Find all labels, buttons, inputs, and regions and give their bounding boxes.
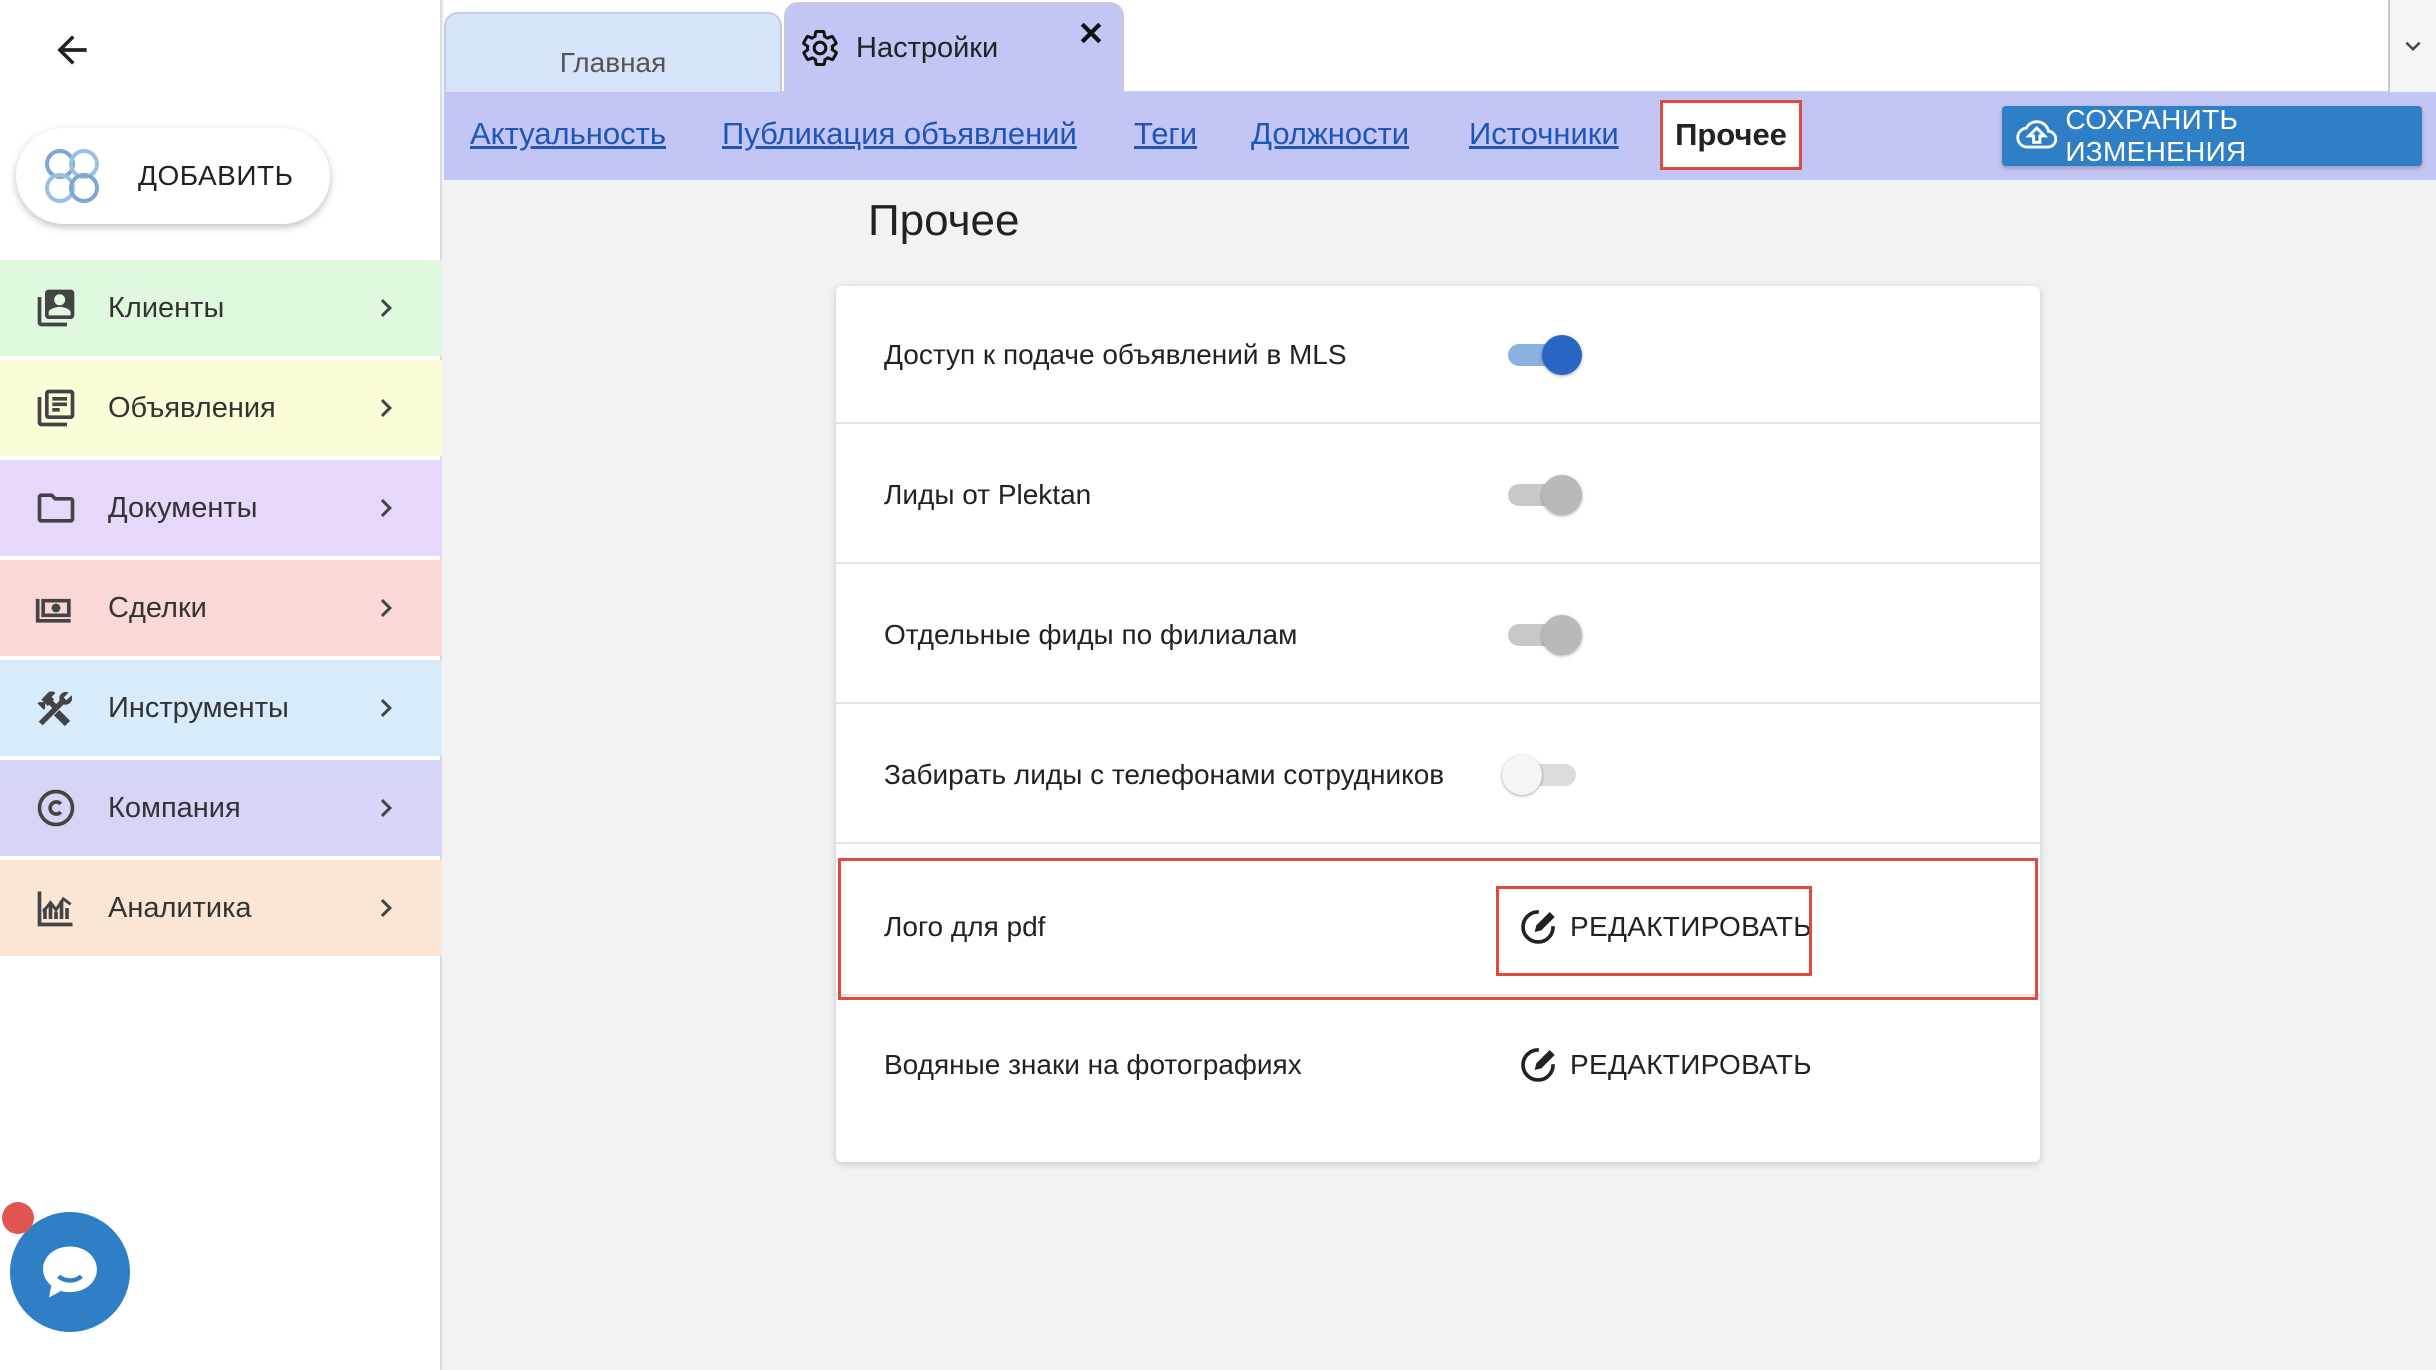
sidebar-item-documents[interactable]: Документы <box>0 460 442 556</box>
sidebar-item-label: Документы <box>108 491 258 524</box>
chevron-right-icon <box>380 499 392 517</box>
sidebar-item-listings[interactable]: Объявления <box>0 360 442 456</box>
setting-row-branch-feeds: Отдельные фиды по филиалам <box>836 566 2040 704</box>
listings-icon <box>37 389 75 427</box>
setting-row-employee-phone-leads: Забирать лиды с телефонами сотрудников <box>836 706 2040 844</box>
chevron-right-icon <box>380 699 392 717</box>
chevron-right-icon <box>380 399 392 417</box>
page-title: Прочее <box>868 196 1020 245</box>
add-button[interactable]: ДОБАВИТЬ <box>16 128 330 224</box>
notification-badge <box>2 1202 34 1234</box>
tools-icon <box>37 691 73 727</box>
sidebar-item-clients[interactable]: Клиенты <box>0 260 442 356</box>
chat-bubble-icon <box>43 1246 97 1298</box>
branch-feeds-toggle[interactable] <box>1502 612 1582 658</box>
setting-label: Водяные знаки на фотографиях <box>884 1049 1302 1080</box>
settings-subnav: Актуальность Публикация объявлений Теги … <box>444 92 2436 180</box>
close-icon[interactable] <box>1076 18 1106 48</box>
sidebar-item-company[interactable]: Компания <box>0 760 442 856</box>
back-button[interactable] <box>44 22 100 78</box>
employee-phone-leads-toggle[interactable] <box>1502 752 1582 798</box>
subnav-link-other[interactable]: Прочее <box>1660 100 1802 170</box>
save-changes-button[interactable]: СОХРАНИТЬ ИЗМЕНЕНИЯ <box>2002 104 2422 167</box>
plektan-leads-toggle[interactable] <box>1502 472 1582 518</box>
setting-label: Отдельные фиды по филиалам <box>884 619 1298 650</box>
edit-label: РЕДАКТИРОВАТЬ <box>1570 1049 1812 1080</box>
edit-label: РЕДАКТИРОВАТЬ <box>1570 911 1812 942</box>
sidebar-item-label: Клиенты <box>108 291 225 324</box>
watermarks-edit-button[interactable]: РЕДАКТИРОВАТЬ <box>1506 1036 1824 1094</box>
sidebar-nav: Клиенты Объявления Документы Сделки Инст… <box>0 260 442 960</box>
chevron-down-icon <box>2405 41 2421 51</box>
tab-home[interactable]: Главная <box>444 12 782 92</box>
setting-label: Доступ к подаче объявлений в MLS <box>884 339 1347 370</box>
mls-access-toggle[interactable] <box>1502 332 1582 378</box>
setting-label: Лого для pdf <box>884 911 1046 942</box>
setting-label: Лиды от Plektan <box>884 479 1092 510</box>
setting-label: Забирать лиды с телефонами сотрудников <box>884 759 1445 790</box>
save-changes-label: СОХРАНИТЬ ИЗМЕНЕНИЯ <box>2065 104 2247 167</box>
sidebar-item-label: Аналитика <box>108 891 252 924</box>
chevron-right-icon <box>380 799 392 817</box>
tabs-dropdown-button[interactable] <box>2388 0 2436 92</box>
tab-label: Настройки <box>856 31 999 64</box>
sidebar-item-analytics[interactable]: Аналитика <box>0 860 442 956</box>
settings-card: Доступ к подаче объявлений в MLS Лиды от… <box>836 286 2040 1162</box>
pdf-logo-edit-button[interactable]: РЕДАКТИРОВАТЬ <box>1506 898 1824 956</box>
money-icon <box>35 598 71 623</box>
sidebar: ДОБАВИТЬ Клиенты Объявления Документы Сд… <box>0 0 442 1370</box>
tab-settings[interactable]: Настройки <box>784 2 1124 92</box>
sidebar-item-tools[interactable]: Инструменты <box>0 660 442 756</box>
tab-bar: Главная Настройки <box>444 0 2436 92</box>
subnav-link-tags[interactable]: Теги <box>1134 116 1197 152</box>
subnav-link-positions[interactable]: Должности <box>1251 116 1409 152</box>
chevron-right-icon <box>380 899 392 917</box>
chevron-right-icon <box>380 299 392 317</box>
edit-icon <box>1521 910 1555 944</box>
setting-row-watermarks: Водяные знаки на фотографиях РЕДАКТИРОВА… <box>836 996 2040 1134</box>
subnav-link-sources[interactable]: Источники <box>1469 116 1619 152</box>
setting-row-mls-access: Доступ к подаче объявлений в MLS <box>836 286 2040 424</box>
sidebar-item-deals[interactable]: Сделки <box>0 560 442 656</box>
sidebar-item-label: Объявления <box>108 391 276 424</box>
add-button-label: ДОБАВИТЬ <box>138 160 294 191</box>
subnav-link-publication[interactable]: Публикация объявлений <box>722 116 1077 152</box>
sidebar-item-label: Инструменты <box>108 691 289 724</box>
tab-label: Главная <box>559 47 667 78</box>
edit-icon <box>1521 1048 1555 1082</box>
gear-icon <box>802 30 838 66</box>
analytics-icon <box>37 891 73 927</box>
subnav-link-relevance[interactable]: Актуальность <box>470 116 666 152</box>
setting-row-pdf-logo: Лого для pdf РЕДАКТИРОВАТЬ <box>836 858 2040 996</box>
sidebar-item-label: Компания <box>108 791 241 824</box>
cloud-upload-icon <box>2016 120 2058 149</box>
chevron-right-icon <box>380 599 392 617</box>
arrow-left-icon <box>57 35 87 65</box>
contacts-icon <box>37 289 75 327</box>
copyright-icon <box>37 789 75 827</box>
add-logo-icon <box>45 149 99 203</box>
setting-row-plektan-leads: Лиды от Plektan <box>836 426 2040 564</box>
sidebar-item-label: Сделки <box>108 591 207 624</box>
folder-icon <box>37 493 75 523</box>
